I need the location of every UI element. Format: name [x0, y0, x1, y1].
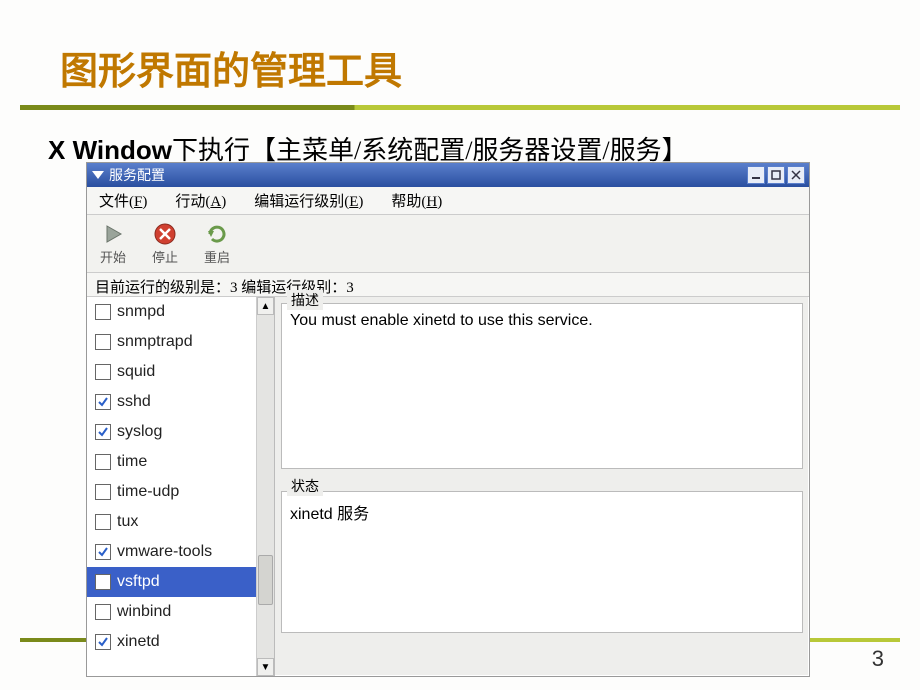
scroll-thumb[interactable]: [258, 555, 273, 605]
maximize-icon: [771, 170, 781, 180]
service-item-sshd[interactable]: sshd: [87, 387, 256, 417]
close-button[interactable]: [787, 166, 805, 184]
description-text: You must enable xinetd to use this servi…: [281, 303, 803, 469]
detail-pane: 描述 You must enable xinetd to use this se…: [275, 297, 809, 676]
service-name: snmptrapd: [117, 333, 193, 351]
service-checkbox[interactable]: [95, 364, 111, 380]
instruction-path: 下执行【主菜单/系统配置/服务器设置/服务】: [172, 136, 688, 165]
service-item-winbind[interactable]: winbind: [87, 597, 256, 627]
start-button[interactable]: 开始: [93, 221, 133, 266]
service-name: vmware-tools: [117, 543, 212, 561]
service-checkbox[interactable]: [95, 484, 111, 500]
maximize-button[interactable]: [767, 166, 785, 184]
service-name: tux: [117, 513, 138, 531]
window-menu-icon: [91, 168, 105, 182]
scroll-up-button[interactable]: ▲: [257, 297, 274, 315]
service-item-snmptrapd[interactable]: snmptrapd: [87, 327, 256, 357]
restart-icon: [204, 221, 230, 247]
service-item-xinetd[interactable]: xinetd: [87, 627, 256, 657]
service-checkbox[interactable]: [95, 574, 111, 590]
service-item-vmware-tools[interactable]: vmware-tools: [87, 537, 256, 567]
status-text: xinetd 服务: [281, 491, 803, 633]
instruction-prefix: X Window: [48, 135, 172, 165]
service-item-time-udp[interactable]: time-udp: [87, 477, 256, 507]
service-name: sshd: [117, 393, 151, 411]
menu-file[interactable]: 文件(F): [93, 188, 153, 213]
service-name: winbind: [117, 603, 171, 621]
minimize-button[interactable]: [747, 166, 765, 184]
service-item-vsftpd[interactable]: vsftpd: [87, 567, 256, 597]
close-icon: [791, 170, 801, 180]
service-checkbox[interactable]: [95, 334, 111, 350]
content-area: snmpd snmptrapd squid sshd syslog time time-ud…: [87, 297, 809, 676]
toolbar: 开始 停止 重启: [87, 215, 809, 273]
slide-title: 图形界面的管理工具: [0, 0, 920, 105]
service-name: xinetd: [117, 633, 160, 651]
menu-help[interactable]: 帮助(H): [385, 188, 448, 213]
service-checkbox[interactable]: [95, 424, 111, 440]
play-icon: [100, 221, 126, 247]
service-list-pane: snmpd snmptrapd squid sshd syslog time time-ud…: [87, 297, 275, 676]
service-item-syslog[interactable]: syslog: [87, 417, 256, 447]
description-label: 描述: [287, 290, 323, 310]
service-name: snmpd: [117, 303, 165, 321]
service-name: time-udp: [117, 483, 179, 501]
window-titlebar[interactable]: 服务配置: [87, 163, 809, 187]
service-config-window: 服务配置 文件(F) 行动(A) 编辑运行级别(E) 帮助(H) 开始 停止 重…: [86, 162, 810, 677]
service-item-snmpd[interactable]: snmpd: [87, 297, 256, 327]
service-item-squid[interactable]: squid: [87, 357, 256, 387]
runlevel-status: 目前运行的级别是：3 编辑运行级别：3: [87, 273, 809, 297]
list-scrollbar[interactable]: ▲ ▼: [256, 297, 274, 676]
service-checkbox[interactable]: [95, 544, 111, 560]
service-checkbox[interactable]: [95, 454, 111, 470]
menu-edit-runlevel[interactable]: 编辑运行级别(E): [248, 188, 369, 213]
service-name: squid: [117, 363, 155, 381]
service-checkbox[interactable]: [95, 514, 111, 530]
scroll-track[interactable]: [257, 315, 274, 658]
service-checkbox[interactable]: [95, 304, 111, 320]
menubar: 文件(F) 行动(A) 编辑运行级别(E) 帮助(H): [87, 187, 809, 215]
status-label: 状态: [287, 476, 323, 496]
minimize-icon: [751, 170, 761, 180]
window-title: 服务配置: [109, 165, 747, 185]
stop-button[interactable]: 停止: [145, 221, 185, 266]
service-checkbox[interactable]: [95, 604, 111, 620]
menu-action[interactable]: 行动(A): [169, 188, 232, 213]
service-checkbox[interactable]: [95, 394, 111, 410]
service-checkbox[interactable]: [95, 634, 111, 650]
service-name: time: [117, 453, 147, 471]
page-number: 3: [872, 646, 884, 672]
scroll-down-button[interactable]: ▼: [257, 658, 274, 676]
stop-icon: [152, 221, 178, 247]
restart-button[interactable]: 重启: [197, 221, 237, 266]
service-item-tux[interactable]: tux: [87, 507, 256, 537]
service-name: vsftpd: [117, 573, 160, 591]
service-name: syslog: [117, 423, 162, 441]
service-item-time[interactable]: time: [87, 447, 256, 477]
